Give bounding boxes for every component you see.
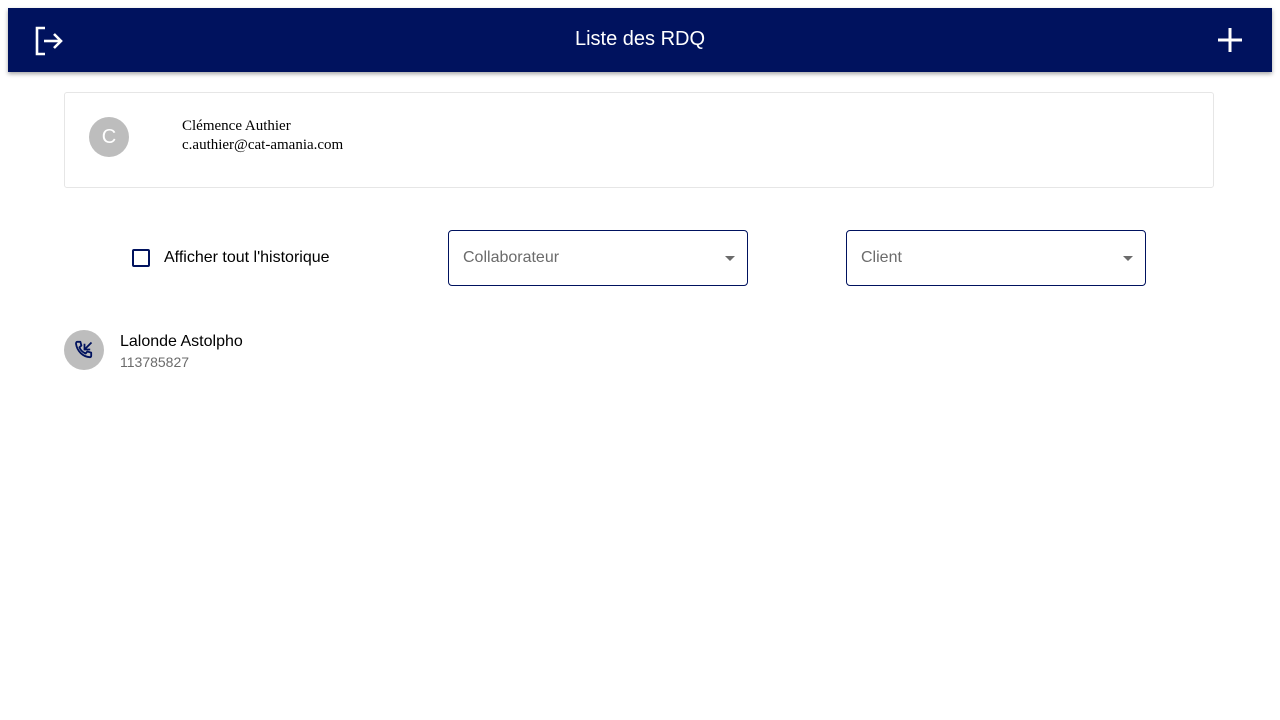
collaborateur-placeholder: Collaborateur	[463, 249, 560, 266]
user-email: c.authier@cat-amania.com	[182, 137, 344, 153]
chevron-down-icon	[725, 256, 735, 261]
avatar	[64, 330, 104, 370]
plus-icon[interactable]	[1214, 24, 1246, 56]
chevron-down-icon	[1123, 256, 1133, 261]
history-checkbox[interactable]: Afficher tout l'historique	[132, 246, 330, 270]
collaborateur-select[interactable]: Collaborateur	[448, 230, 748, 286]
client-placeholder: Client	[861, 249, 902, 266]
checkbox-icon[interactable]	[132, 249, 150, 267]
rdq-number: 113785827	[120, 354, 190, 370]
avatar: C	[89, 117, 129, 157]
user-name: Clémence Authier	[182, 118, 291, 134]
history-checkbox-label: Afficher tout l'historique	[164, 249, 330, 266]
user-card: C Clémence Authier c.authier@cat-amania.…	[64, 92, 1214, 188]
page-title: Liste des RDQ	[574, 28, 706, 50]
client-select[interactable]: Client	[846, 230, 1146, 286]
phone-callback-icon	[75, 340, 93, 359]
rdq-name: Lalonde Astolpho	[120, 333, 243, 350]
list-item[interactable]: Lalonde Astolpho 113785827	[64, 330, 664, 374]
app-bar: Liste des RDQ	[8, 8, 1272, 72]
